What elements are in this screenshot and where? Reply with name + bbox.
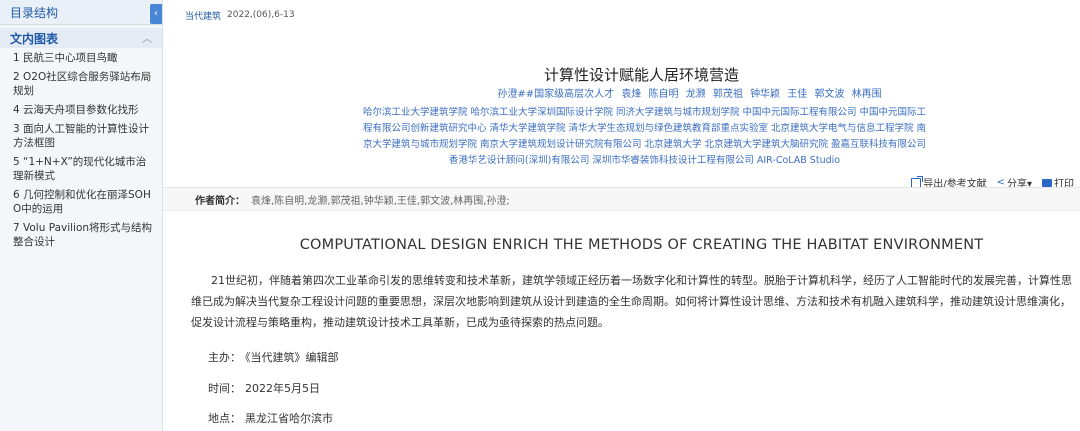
chevron-up-icon[interactable]: ︿ [142,30,152,45]
section-figures[interactable]: 文内图表 ︿ [0,28,162,48]
author-link[interactable]: 龙灏 [686,89,706,100]
place-value: 黑龙江省哈尔滨市 [245,412,333,425]
figure-item[interactable]: 2 O2O社区综合服务驿站布局规划 [13,70,156,98]
sidebar-header: 目录结构 ‹ [0,0,162,25]
article-title-en: COMPUTATIONAL DESIGN ENRICH THE METHODS … [299,237,984,253]
author-link[interactable]: 郭文波 [814,89,844,100]
time-label: 时间： [208,382,241,395]
figure-item[interactable]: 6 几何控制和优化在丽泽SOHO中的运用 [13,188,156,216]
author-link[interactable]: 郭茂祖 [713,89,743,100]
author-link[interactable]: 王佳 [787,89,807,100]
host-line: 主办： 《当代建筑》编辑部 [208,349,339,365]
figure-list: 1 民航三中心项目鸟瞰 2 O2O社区综合服务驿站布局规划 4 云海天舟项目参数… [0,48,162,249]
figure-item[interactable]: 4 云海天舟项目参数化找形 [13,103,156,117]
figure-item[interactable]: 3 面向人工智能的计算性设计方法框图 [13,122,156,150]
sidebar: 目录结构 ‹ 文内图表 ︿ 1 民航三中心项目鸟瞰 2 O2O社区综合服务驿站布… [0,0,163,431]
journal-link[interactable]: 当代建筑 [185,9,221,22]
author-link[interactable]: 钟华颖 [750,89,780,100]
print-icon [1042,178,1052,187]
affiliation-list[interactable]: 哈尔滨工业大学建筑学院 哈尔滨工业大学深圳国际设计学院 同济大学建筑与城市规划学… [359,105,930,169]
figure-item[interactable]: 5 “1+N+X”的现代化城市治理新模式 [13,155,156,183]
issue-info: 2022,(06),6-13 [227,10,295,20]
author-link[interactable]: 孙澄##国家级高层次人才 [497,89,614,100]
article-title: 计算性设计赋能人居环境营造 [543,66,739,84]
author-link[interactable]: 袁烽 [621,89,641,100]
collapse-icon[interactable]: ‹ [150,4,162,24]
time-value: 2022年5月5日 [245,382,320,395]
author-list: 孙澄##国家级高层次人才 袁烽 陈自明 龙灏 郭茂祖 钟华颖 王佳 郭文波 林再… [363,88,1020,102]
host-value: 《当代建筑》编辑部 [245,351,339,364]
place-label: 地点： [208,412,241,425]
author-link[interactable]: 陈自明 [649,89,679,100]
author-intro-bar: 作者简介： 袁烽,陈自明,龙灏,郭茂祖,钟华颖,王佳,郭文波,林再围,孙澄; [163,187,1080,211]
section-title: 文内图表 [10,31,59,46]
sidebar-title: 目录结构 [10,5,59,20]
article-abstract: 21世纪初，伴随着第四次工业革命引发的思维转变和技术革新，建筑学领域正经历着一场… [191,274,1072,329]
figure-item[interactable]: 7 Volu Pavilion将形式与结构整合设计 [13,221,156,249]
time-line: 时间： 2022年5月5日 [208,380,320,396]
author-intro-label: 作者简介： [195,195,245,207]
export-icon [911,175,924,188]
author-link[interactable]: 林再围 [852,89,882,100]
source-bar: 当代建筑 2022,(06),6-13 [163,0,1080,30]
article-panel: 当代建筑 2022,(06),6-13 计算性设计赋能人居环境营造 孙澄##国家… [163,0,1080,431]
figure-item[interactable]: 1 民航三中心项目鸟瞰 [13,51,156,65]
place-line: 地点： 黑龙江省哈尔滨市 [208,410,333,426]
author-intro-value: 袁烽,陈自明,龙灏,郭茂祖,钟华颖,王佳,郭文波,林再围,孙澄; [251,195,510,207]
host-label: 主办： [208,351,241,364]
